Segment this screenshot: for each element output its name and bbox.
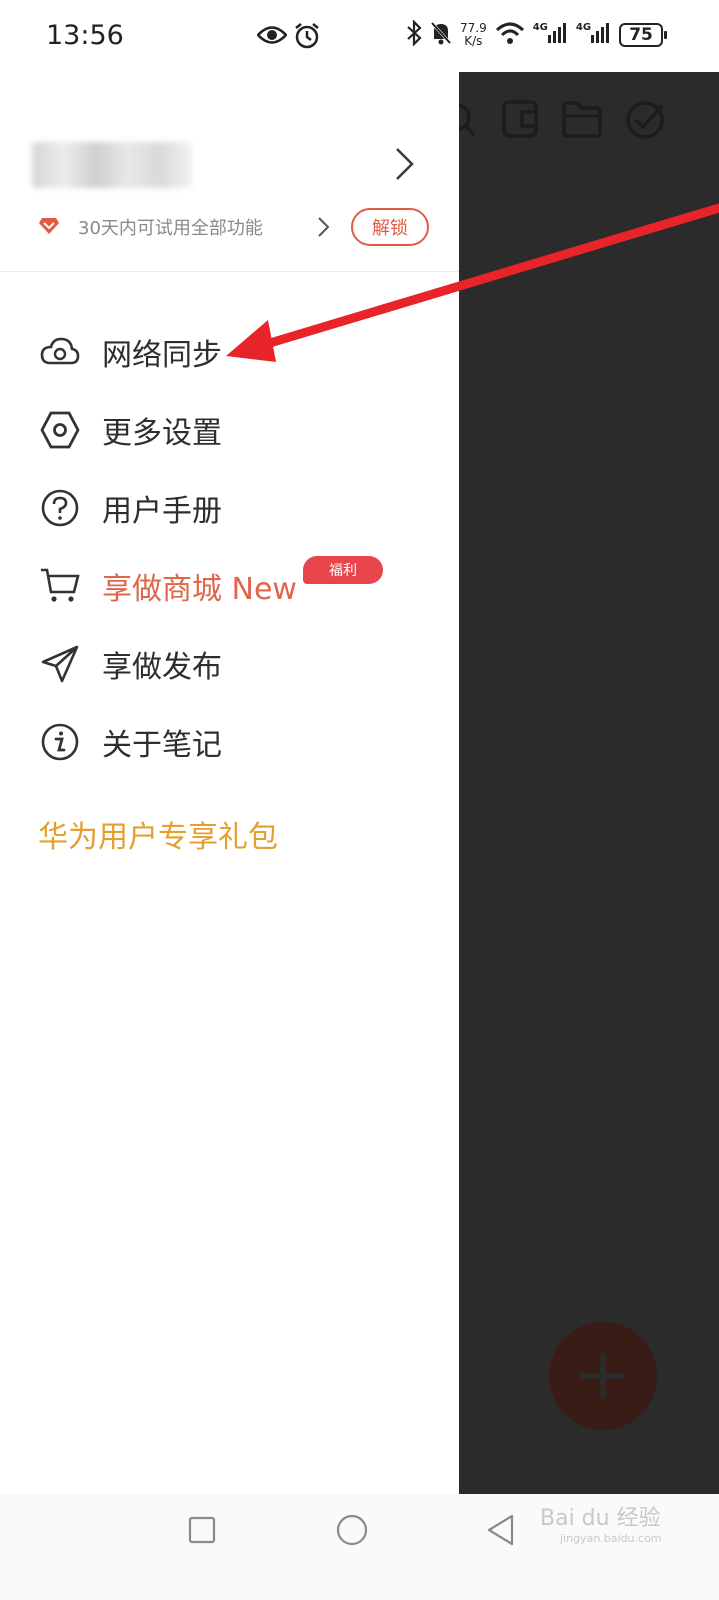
settings-hexagon-icon: [40, 410, 80, 450]
alarm-icon: [294, 22, 320, 54]
wallet-icon: [502, 100, 538, 138]
menu-item-more-settings[interactable]: 更多设置: [40, 405, 222, 455]
menu-item-user-manual[interactable]: 用户手册: [40, 483, 222, 533]
status-time: 13:56: [46, 20, 124, 51]
profile-chevron-right-icon[interactable]: [394, 146, 416, 182]
eye-icon: [256, 24, 288, 50]
menu-label: 网络同步: [102, 338, 222, 373]
network-type-1: 4G: [532, 21, 548, 33]
trial-row[interactable]: 30天内可试用全部功能 解锁: [38, 208, 438, 248]
divider: [0, 271, 459, 272]
background-app-overlay[interactable]: [449, 72, 719, 1494]
watermark-text: Bai du 经验: [540, 1506, 661, 1531]
recents-square-icon[interactable]: [188, 1516, 216, 1544]
check-circle-icon: [626, 101, 664, 139]
menu-label: 更多设置: [102, 416, 222, 451]
status-right-group: 77.9 K/s 4G 4G 75: [406, 19, 668, 50]
profile-name-blurred[interactable]: [32, 142, 192, 188]
paper-plane-icon: [40, 644, 80, 684]
status-bar: 13:56 77.9 K/s 4G 4G 75: [0, 0, 719, 72]
menu-item-store[interactable]: 享做商城 New: [40, 561, 297, 611]
menu-item-publish[interactable]: 享做发布: [40, 639, 222, 689]
back-triangle-icon[interactable]: [486, 1514, 516, 1546]
home-circle-icon[interactable]: [336, 1514, 368, 1546]
info-circle-icon: [40, 722, 80, 762]
wifi-icon: [495, 21, 525, 49]
baidu-watermark: Bai du 经验 jingyan.baidu.com: [540, 1500, 662, 1545]
net-speed: 77.9 K/s: [460, 22, 487, 48]
menu-label: 用户手册: [102, 494, 222, 529]
folder-icon: [562, 101, 602, 138]
menu-label: 享做发布: [102, 650, 222, 685]
trial-chevron-right-icon: [318, 217, 330, 237]
menu-label-store: 享做商城 New: [102, 572, 297, 607]
menu-item-about[interactable]: 关于笔记: [40, 717, 222, 767]
help-circle-icon: [40, 488, 80, 528]
battery-icon: 75: [619, 23, 668, 47]
bluetooth-icon: [406, 19, 422, 50]
side-drawer: 30天内可试用全部功能 解锁 网络同步 更多设置 用户手册 享做商城 New 享…: [0, 72, 459, 1494]
diamond-icon: [39, 218, 59, 234]
network-type-2: 4G: [575, 21, 592, 33]
net-speed-unit: K/s: [464, 34, 483, 48]
huawei-gift-promo[interactable]: 华为用户专享礼包: [38, 812, 278, 856]
unlock-button[interactable]: 解锁: [351, 208, 429, 246]
menu-item-cloud-sync[interactable]: 网络同步: [40, 327, 222, 377]
signal-icon: [591, 21, 611, 49]
menu-label: 关于笔记: [102, 728, 222, 763]
welfare-badge: 福利: [303, 556, 383, 584]
shopping-cart-icon: [40, 566, 80, 606]
mute-bell-icon: [430, 21, 452, 49]
watermark-sub: jingyan.baidu.com: [560, 1532, 662, 1545]
add-note-button[interactable]: [549, 1322, 657, 1430]
cloud-sync-icon: [40, 332, 80, 372]
signal-icon: [547, 21, 568, 49]
trial-text: 30天内可试用全部功能: [78, 218, 263, 239]
